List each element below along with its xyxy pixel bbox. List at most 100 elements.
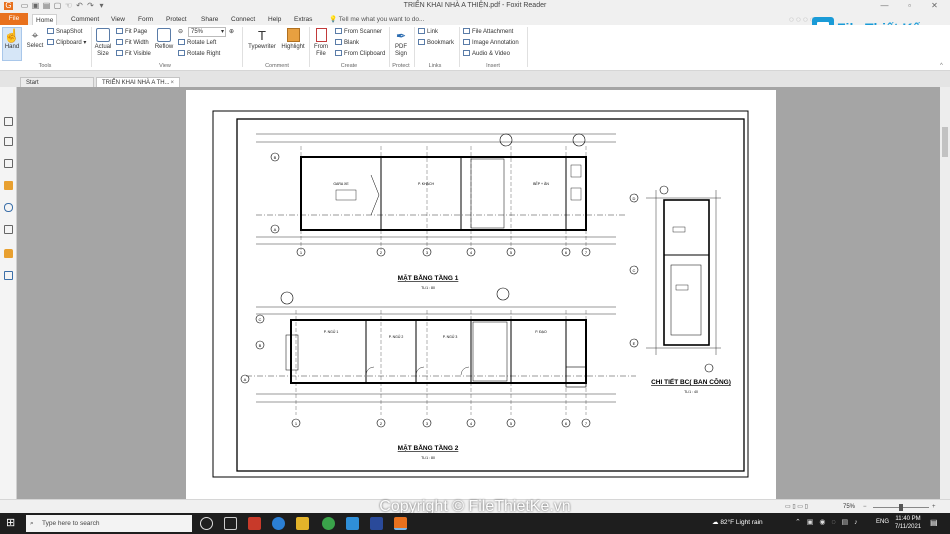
- ribbon-home: ☝ Hand ⌖ Select SnapShot Clipboard ▾ Too…: [0, 25, 950, 71]
- bookmark-icon: [418, 39, 425, 45]
- blank-button[interactable]: Blank: [335, 39, 359, 47]
- tab-comment[interactable]: Comment: [68, 14, 102, 25]
- bookmark-button[interactable]: Bookmark: [418, 39, 454, 47]
- blank-page-icon: [335, 39, 342, 45]
- from-clipboard-button[interactable]: From Clipboard: [335, 50, 385, 58]
- tab-share[interactable]: Share: [198, 14, 221, 25]
- snapshot-button[interactable]: SnapShot: [47, 28, 82, 36]
- layers-panel-icon[interactable]: [4, 159, 13, 168]
- grid-label: B: [259, 343, 262, 348]
- from-scanner-button[interactable]: From Scanner: [335, 28, 382, 36]
- input-language[interactable]: ENG: [876, 519, 889, 525]
- zoom-out-icon[interactable]: ⊖: [178, 28, 183, 36]
- tab-help[interactable]: Help: [265, 14, 284, 25]
- axis-label: 3: [426, 250, 429, 255]
- group-separator: [242, 27, 243, 67]
- axis-label: 5: [510, 421, 513, 426]
- comments-panel-icon[interactable]: [4, 181, 13, 190]
- fit-visible-button[interactable]: Fit Visible: [116, 50, 151, 58]
- revit-app-icon[interactable]: [370, 517, 383, 530]
- fit-width-button[interactable]: Fit Width: [116, 39, 149, 47]
- clipboard-button[interactable]: Clipboard ▾: [47, 39, 86, 47]
- file-explorer-icon[interactable]: [296, 517, 309, 530]
- foxit-reader-taskbar-icon[interactable]: [394, 517, 407, 530]
- typewriter-button[interactable]: T Typewriter: [246, 28, 278, 51]
- office-app-icon[interactable]: [248, 517, 261, 530]
- room-label: BẾP + ĂN: [533, 181, 549, 186]
- maximize-icon[interactable]: ▫: [905, 2, 914, 10]
- collapse-ribbon-icon[interactable]: ^: [940, 62, 943, 70]
- reflow-button[interactable]: Reflow: [152, 28, 176, 51]
- zoom-select[interactable]: 75% ▾: [188, 27, 226, 37]
- fit-page-button[interactable]: Fit Page: [116, 28, 147, 36]
- search-icon: ⌕: [30, 520, 34, 527]
- axis-label: 7: [585, 250, 588, 255]
- snapshot-icon: [47, 28, 54, 34]
- zoom-in-icon[interactable]: ⊕: [229, 28, 234, 36]
- grid-label: A: [244, 377, 247, 382]
- room-label: P. KHÁCH: [418, 182, 435, 186]
- highlight-button[interactable]: Highlight: [280, 28, 306, 51]
- group-insert-label: Insert: [486, 63, 500, 69]
- pdf-sign-button[interactable]: ✒ PDF Sign: [392, 28, 410, 58]
- tab-document[interactable]: TRIỂN KHAI NHÀ A TH... ×: [96, 77, 180, 87]
- tab-view[interactable]: View: [108, 14, 128, 25]
- group-separator: [527, 27, 528, 67]
- vertical-scrollbar[interactable]: [940, 87, 950, 499]
- bookmarks-panel-icon[interactable]: [4, 117, 13, 126]
- axis-label: 4: [470, 250, 473, 255]
- hand-icon: ☝: [3, 28, 21, 43]
- zalo-app-icon[interactable]: [346, 517, 359, 530]
- tab-extras[interactable]: Extras: [291, 14, 315, 25]
- attachments-panel-icon[interactable]: [4, 203, 13, 212]
- hand-tool-button[interactable]: ☝ Hand: [2, 27, 22, 61]
- close-icon[interactable]: ✕: [930, 2, 939, 10]
- image-annotation-button[interactable]: Image Annotation: [463, 39, 519, 47]
- chevron-down-icon: ▾: [220, 29, 224, 35]
- detail-title: CHI TIẾT BC( BAN CÔNG): [651, 376, 731, 386]
- architectural-drawing: B A C B A D C E 1 2 3 4 5 6 7 1 2 3 4 5 …: [212, 110, 749, 478]
- task-view-icon[interactable]: [200, 517, 213, 530]
- tab-protect[interactable]: Protect: [163, 14, 190, 25]
- windows-start-icon[interactable]: ⊞: [6, 517, 19, 530]
- security-lock-icon[interactable]: [4, 249, 13, 258]
- pages-panel-icon[interactable]: [4, 137, 13, 146]
- scroll-thumb[interactable]: [942, 127, 948, 157]
- rotate-left-button[interactable]: Rotate Left: [178, 39, 216, 47]
- notifications-icon[interactable]: ▤: [930, 518, 938, 527]
- fit-visible-icon: [116, 50, 123, 56]
- from-file-button[interactable]: From File: [312, 28, 330, 58]
- clock[interactable]: 11:40 PM 7/11/2021: [893, 515, 923, 531]
- actual-size-button[interactable]: Actual Size: [93, 28, 113, 58]
- taskbar-search-box[interactable]: ⌕ Type here to search: [26, 515, 192, 532]
- rotate-right-button[interactable]: Rotate Right: [178, 50, 220, 58]
- axis-label: 7: [585, 421, 588, 426]
- weather-widget[interactable]: ☁ 82°F Light rain: [712, 518, 763, 526]
- tab-file[interactable]: File: [0, 13, 28, 25]
- edge-browser-icon[interactable]: [272, 517, 285, 530]
- video-icon: [463, 50, 470, 56]
- pen-icon: ✒: [395, 29, 407, 43]
- typewriter-icon: T: [258, 28, 266, 43]
- axis-label: 3: [426, 421, 429, 426]
- file-attachment-button[interactable]: File Attachment: [463, 28, 513, 36]
- tab-start[interactable]: Start: [20, 77, 94, 87]
- tab-form[interactable]: Form: [135, 14, 156, 25]
- group-tools-label: Tools: [38, 63, 52, 69]
- system-tray-icons[interactable]: ⌃ ▣ ◉ ◌ ▤ ♪: [795, 518, 860, 526]
- tools-panel-icon[interactable]: [4, 271, 13, 280]
- tab-connect[interactable]: Connect: [228, 14, 258, 25]
- plan1-scale: TL/1 : 80: [421, 286, 435, 290]
- minimize-icon[interactable]: —: [880, 2, 889, 10]
- signatures-panel-icon[interactable]: [4, 225, 13, 234]
- select-tool-button[interactable]: ⌖ Select: [25, 27, 45, 50]
- tell-me-box[interactable]: 💡 Tell me what you want to do...: [326, 14, 427, 25]
- link-button[interactable]: Link: [418, 28, 438, 36]
- axis-label: 2: [380, 250, 383, 255]
- axis-label: 1: [300, 250, 303, 255]
- widgets-icon[interactable]: [224, 517, 237, 530]
- chrome-browser-icon[interactable]: [322, 517, 335, 530]
- tab-home[interactable]: Home: [32, 14, 58, 25]
- room-label: P. ĐẠO: [535, 330, 547, 334]
- audio-video-button[interactable]: Audio & Video: [463, 50, 510, 58]
